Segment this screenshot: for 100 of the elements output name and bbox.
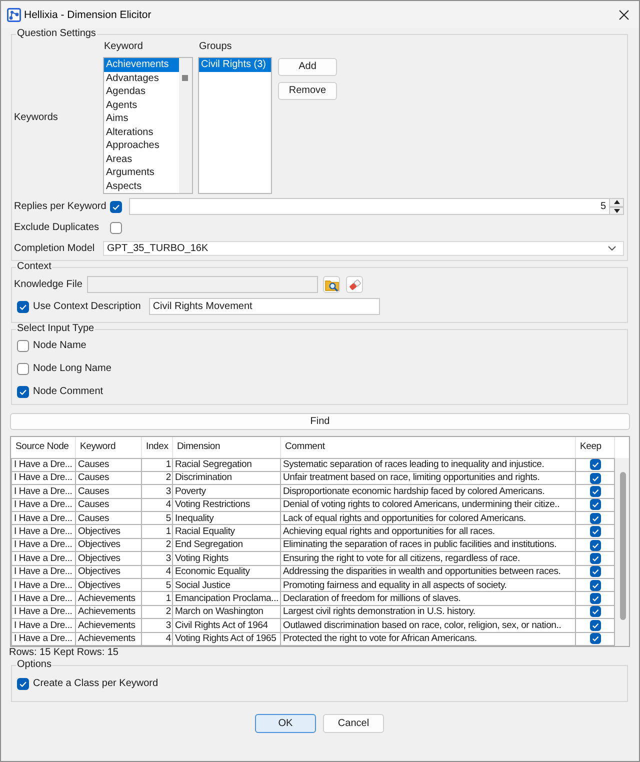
list-item[interactable]: Alterations	[104, 126, 179, 139]
field-label: Completion Model	[14, 242, 96, 254]
keep-checkbox[interactable]	[590, 540, 600, 551]
column-header[interactable]: Index	[142, 437, 172, 458]
keep-checkbox[interactable]	[590, 526, 600, 538]
keep-checkbox[interactable]	[590, 486, 600, 497]
list-item[interactable]: Agendas	[104, 85, 179, 98]
table-cell: Outlawed discrimination based on race, color, religion, sex, or nation..	[280, 618, 576, 632]
ok-button[interactable]: OK	[255, 714, 316, 733]
table-cell: Achievements	[76, 632, 142, 646]
table-cell: I Have a Dre...	[12, 552, 76, 566]
keep-checkbox[interactable]	[590, 633, 600, 644]
remove-button[interactable]: Remove	[278, 82, 337, 100]
group-title: Question Settings	[16, 28, 97, 40]
table-cell: Voting Restrictions	[172, 498, 280, 512]
table-cell: Racial Equality	[172, 524, 280, 538]
table-cell: I Have a Dre...	[12, 618, 76, 632]
list-item[interactable]: Areas	[104, 152, 179, 166]
checkbox-label[interactable]: Node Long Name	[33, 363, 112, 375]
table-cell: 2	[142, 538, 172, 552]
keep-checkbox[interactable]	[590, 472, 600, 484]
table-cell: Largest civil rights demonstration in U.S. history.	[280, 605, 576, 619]
list-item[interactable]: Arguments	[104, 166, 179, 180]
table-cell: Ensuring the right to vote for all citizens, regardless of race.	[280, 552, 576, 566]
table-cell: I Have a Dre...	[12, 538, 76, 552]
checkbox[interactable]	[17, 678, 29, 690]
column-header[interactable]: Comment	[280, 437, 576, 458]
table-cell: 3	[142, 484, 172, 498]
table-cell: Unfair treatment based on race, limiting opportunities and rights.	[280, 471, 576, 485]
close-button[interactable]	[618, 8, 630, 20]
scrollbar[interactable]	[179, 58, 192, 193]
table-cell: I Have a Dre...	[12, 605, 76, 619]
table-cell: Causes	[76, 512, 142, 525]
table-cell: Lack of equal rights and opportunities for colored Americans.	[280, 512, 576, 525]
list-item[interactable]: Aims	[104, 112, 179, 126]
cancel-button[interactable]: Cancel	[323, 714, 384, 733]
table-cell: Poverty	[172, 484, 280, 498]
scrollbar-thumb[interactable]	[620, 472, 626, 620]
list-item[interactable]: Aspects	[104, 180, 179, 193]
checkbox-label[interactable]: Node Name	[33, 340, 86, 352]
scrollbar[interactable]	[615, 458, 629, 646]
checkbox-label[interactable]: Create a Class per Keyword	[33, 678, 158, 690]
table-cell: 3	[142, 618, 172, 632]
table-cell: Disproportionate economic hardship faced by colored Americans.	[280, 484, 576, 498]
keep-checkbox[interactable]	[590, 552, 600, 564]
keep-checkbox[interactable]	[590, 459, 600, 470]
add-button[interactable]: Add	[278, 58, 337, 76]
completion-model-dropdown[interactable]: GPT_35_TURBO_16K	[103, 241, 624, 256]
list-item[interactable]: Advantages	[104, 72, 179, 85]
keep-checkbox[interactable]	[590, 499, 600, 510]
column-header[interactable]: Source Node	[12, 437, 76, 458]
find-button[interactable]: Find	[10, 413, 630, 430]
close-icon	[619, 10, 629, 20]
spin-up-button[interactable]	[610, 198, 624, 206]
checkbox[interactable]	[17, 363, 29, 375]
checkbox[interactable]	[110, 200, 122, 212]
list-item[interactable]: Agents	[104, 98, 179, 112]
column-header[interactable]: Keyword	[76, 437, 142, 458]
down-triangle-icon	[614, 208, 620, 213]
table-cell: 2	[142, 605, 172, 619]
table-cell: I Have a Dre...	[12, 512, 76, 525]
keep-checkbox[interactable]	[590, 566, 600, 578]
column-header[interactable]: Dimension	[172, 437, 280, 458]
checkbox[interactable]	[17, 386, 29, 398]
table-cell: Promoting fairness and equality in all aspects of society.	[280, 578, 576, 592]
group-title: Context	[16, 261, 52, 273]
context-description-field[interactable]: Civil Rights Movement	[148, 298, 380, 315]
table-cell: Economic Equality	[172, 565, 280, 579]
table-cell: 1	[142, 458, 172, 472]
list-item[interactable]: Approaches	[104, 139, 179, 152]
up-triangle-icon	[614, 200, 620, 204]
status-text: Rows: 15 Kept Rows: 15	[9, 647, 120, 659]
checkbox[interactable]	[110, 222, 122, 234]
keep-checkbox[interactable]	[590, 620, 600, 631]
chevron-down-icon	[608, 246, 616, 251]
list-item[interactable]: Civil Rights (3)	[199, 58, 271, 72]
table-cell: I Have a Dre...	[12, 578, 76, 592]
table-cell: Objectives	[76, 552, 142, 566]
checkbox-label[interactable]: Node Comment	[33, 386, 104, 398]
column-header[interactable]: Keep	[576, 437, 614, 458]
table-cell: I Have a Dre...	[12, 458, 76, 472]
table-cell: Denial of voting rights to colored Americans, undermining their citize..	[280, 498, 576, 512]
keep-checkbox[interactable]	[590, 580, 600, 591]
scrollbar-thumb[interactable]	[182, 75, 188, 81]
checkbox-label[interactable]: Use Context Description	[33, 300, 141, 312]
list-item[interactable]: Achievements	[104, 58, 179, 72]
table-cell: 4	[142, 632, 172, 646]
table-cell: Discrimination	[172, 471, 280, 485]
replies-field[interactable]: 5	[129, 198, 610, 215]
checkbox[interactable]	[17, 300, 29, 312]
field-label: Exclude Duplicates	[14, 222, 100, 234]
keep-checkbox[interactable]	[590, 606, 600, 618]
keep-checkbox[interactable]	[590, 512, 600, 524]
checkbox[interactable]	[17, 340, 29, 352]
table-cell: Objectives	[76, 538, 142, 552]
keep-checkbox[interactable]	[590, 593, 600, 604]
table-cell: Achieving equal rights and opportunities for all races.	[280, 524, 576, 538]
browse-button[interactable]	[323, 276, 340, 293]
clear-button[interactable]	[346, 276, 364, 293]
list-header: Keyword	[103, 41, 144, 53]
